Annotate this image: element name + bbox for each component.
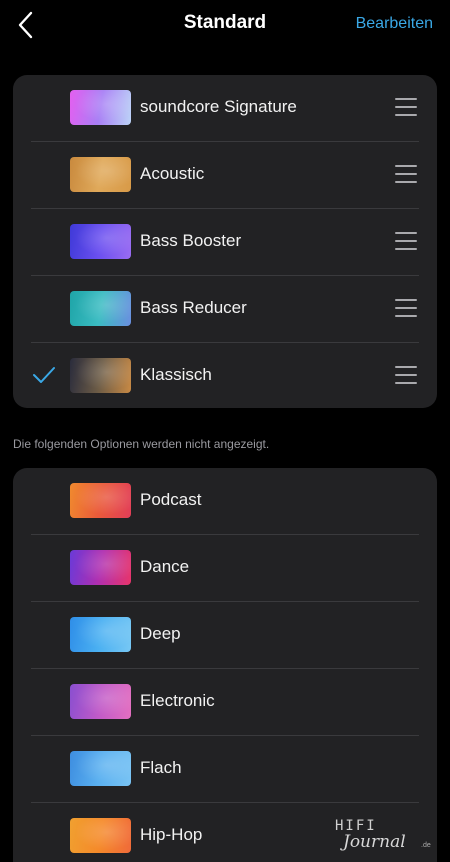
watermark-logo: HIFI Journal .de bbox=[335, 818, 440, 858]
preset-row[interactable]: Bass Reducer bbox=[13, 276, 437, 343]
drag-handle-icon[interactable] bbox=[395, 232, 417, 250]
preset-row[interactable]: Deep bbox=[13, 602, 437, 669]
drag-handle-icon[interactable] bbox=[395, 165, 417, 183]
back-button[interactable] bbox=[16, 10, 38, 40]
preset-label: Podcast bbox=[140, 490, 202, 509]
preset-label: Deep bbox=[140, 624, 181, 643]
watermark-suffix: .de bbox=[421, 842, 431, 849]
preset-thumbnail bbox=[70, 818, 131, 853]
preset-row[interactable]: soundcore Signature bbox=[13, 75, 437, 142]
preset-thumbnail bbox=[70, 90, 131, 125]
drag-handle-icon[interactable] bbox=[395, 299, 417, 317]
preset-label: soundcore Signature bbox=[140, 97, 297, 116]
edit-button[interactable]: Bearbeiten bbox=[356, 15, 433, 33]
preset-thumbnail bbox=[70, 483, 131, 518]
preset-thumbnail bbox=[70, 224, 131, 259]
drag-handle-icon[interactable] bbox=[395, 98, 417, 116]
preset-row[interactable]: Bass Booster bbox=[13, 209, 437, 276]
drag-handle-icon[interactable] bbox=[395, 366, 417, 384]
top-bar: Standard Bearbeiten bbox=[0, 0, 450, 50]
preset-label: Klassisch bbox=[140, 365, 212, 384]
preset-thumbnail bbox=[70, 684, 131, 719]
preset-row[interactable]: Dance bbox=[13, 535, 437, 602]
preset-label: Electronic bbox=[140, 691, 215, 710]
preset-label: Dance bbox=[140, 557, 190, 576]
chevron-left-icon bbox=[18, 11, 33, 39]
preset-thumbnail bbox=[70, 291, 131, 326]
preset-thumbnail bbox=[70, 157, 131, 192]
preset-row[interactable]: Acoustic bbox=[13, 142, 437, 209]
preset-label: Hip-Hop bbox=[140, 825, 203, 844]
preset-label: Bass Booster bbox=[140, 231, 242, 250]
preset-row[interactable]: Electronic bbox=[13, 669, 437, 736]
shown-presets-list: soundcore Signature Acoustic Bass Booster B… bbox=[13, 75, 437, 408]
preset-row[interactable]: Flach bbox=[13, 736, 437, 803]
preset-thumbnail bbox=[70, 358, 131, 393]
watermark-line2: Journal bbox=[343, 832, 406, 852]
checkmark-icon bbox=[33, 367, 55, 383]
preset-thumbnail bbox=[70, 550, 131, 585]
hidden-presets-list: Podcast Dance Deep Electronic Flach Hip-Hop bbox=[13, 468, 437, 862]
preset-thumbnail bbox=[70, 751, 131, 786]
preset-label: Acoustic bbox=[140, 164, 205, 183]
preset-label: Bass Reducer bbox=[140, 298, 247, 317]
preset-label: Flach bbox=[140, 758, 182, 777]
preset-row[interactable]: Klassisch bbox=[13, 343, 437, 408]
preset-thumbnail bbox=[70, 617, 131, 652]
preset-row[interactable]: Podcast bbox=[13, 468, 437, 535]
hidden-section-note: Die folgenden Optionen werden nicht ange… bbox=[13, 437, 270, 451]
